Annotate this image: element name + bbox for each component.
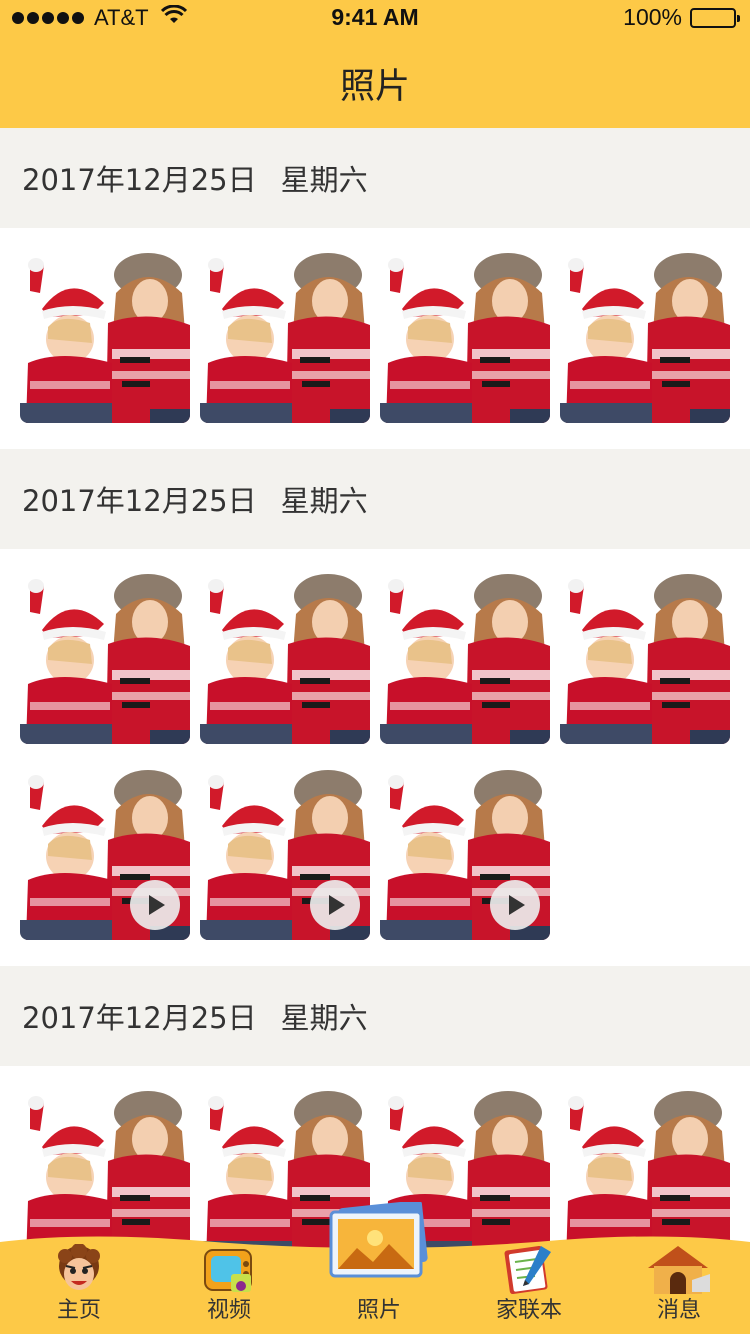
- section-date: 2017年12月25日: [22, 484, 257, 518]
- video-thumbnail[interactable]: [200, 770, 370, 940]
- section-weekday: 星期六: [280, 1001, 368, 1035]
- tab-bar: 主页 视频 照片 家联本 消息: [0, 1200, 750, 1334]
- photo-thumbnail[interactable]: [560, 574, 730, 744]
- tab-messages-label: 消息: [656, 1298, 701, 1323]
- photo-thumbnail[interactable]: [200, 574, 370, 744]
- photo-image: [560, 253, 730, 423]
- photo-list[interactable]: 2017年12月25日 星期六 2017年12月25日 星期六 2017年12月…: [0, 128, 750, 1287]
- tab-photos-label: 照片: [356, 1298, 401, 1323]
- photo-icon: [327, 1200, 431, 1284]
- photo-thumbnail[interactable]: [380, 253, 550, 423]
- section-date-header: 2017年12月25日 星期六: [0, 128, 750, 228]
- page-title: 照片: [339, 67, 410, 107]
- play-icon[interactable]: [130, 880, 180, 930]
- tab-home-label: 主页: [56, 1298, 101, 1323]
- tab-photos[interactable]: 照片: [304, 1200, 454, 1334]
- section-date-header: 2017年12月25日 星期六: [0, 966, 750, 1066]
- photo-image: [380, 574, 550, 744]
- section-weekday: 星期六: [280, 484, 368, 518]
- photo-thumbnail[interactable]: [20, 253, 190, 423]
- tab-video-label: 视频: [206, 1298, 251, 1323]
- play-icon[interactable]: [490, 880, 540, 930]
- tab-home[interactable]: 主页: [4, 1230, 154, 1334]
- status-bar: AT&T 9:41 AM 100%: [0, 0, 750, 36]
- photo-image: [200, 574, 370, 744]
- photo-image: [20, 574, 190, 744]
- battery-percent: 100%: [623, 4, 682, 30]
- tab-video[interactable]: 视频: [154, 1230, 304, 1334]
- navigation-bar: AT&T 9:41 AM 100% 照片: [0, 0, 750, 128]
- video-thumbnail[interactable]: [20, 770, 190, 940]
- tab-notebook-label: 家联本: [495, 1298, 562, 1323]
- photo-image: [200, 253, 370, 423]
- photo-thumbnail[interactable]: [20, 574, 190, 744]
- section-date-header: 2017年12月25日 星期六: [0, 449, 750, 549]
- notebook-pencil-icon: [501, 1240, 557, 1300]
- photo-image: [20, 253, 190, 423]
- play-icon[interactable]: [310, 880, 360, 930]
- photo-image: [380, 253, 550, 423]
- tab-notebook[interactable]: 家联本: [454, 1230, 604, 1334]
- photo-thumbnail[interactable]: [560, 253, 730, 423]
- photo-thumbnail[interactable]: [380, 574, 550, 744]
- photo-thumbnail[interactable]: [200, 253, 370, 423]
- photo-image: [560, 574, 730, 744]
- photo-grid: [0, 549, 750, 966]
- battery-icon: [690, 7, 740, 28]
- section-weekday: 星期六: [280, 163, 368, 197]
- video-thumbnail[interactable]: [380, 770, 550, 940]
- photo-grid: [0, 228, 750, 449]
- section-date: 2017年12月25日: [22, 1001, 257, 1035]
- tab-messages[interactable]: 消息: [604, 1230, 750, 1334]
- section-date: 2017年12月25日: [22, 163, 257, 197]
